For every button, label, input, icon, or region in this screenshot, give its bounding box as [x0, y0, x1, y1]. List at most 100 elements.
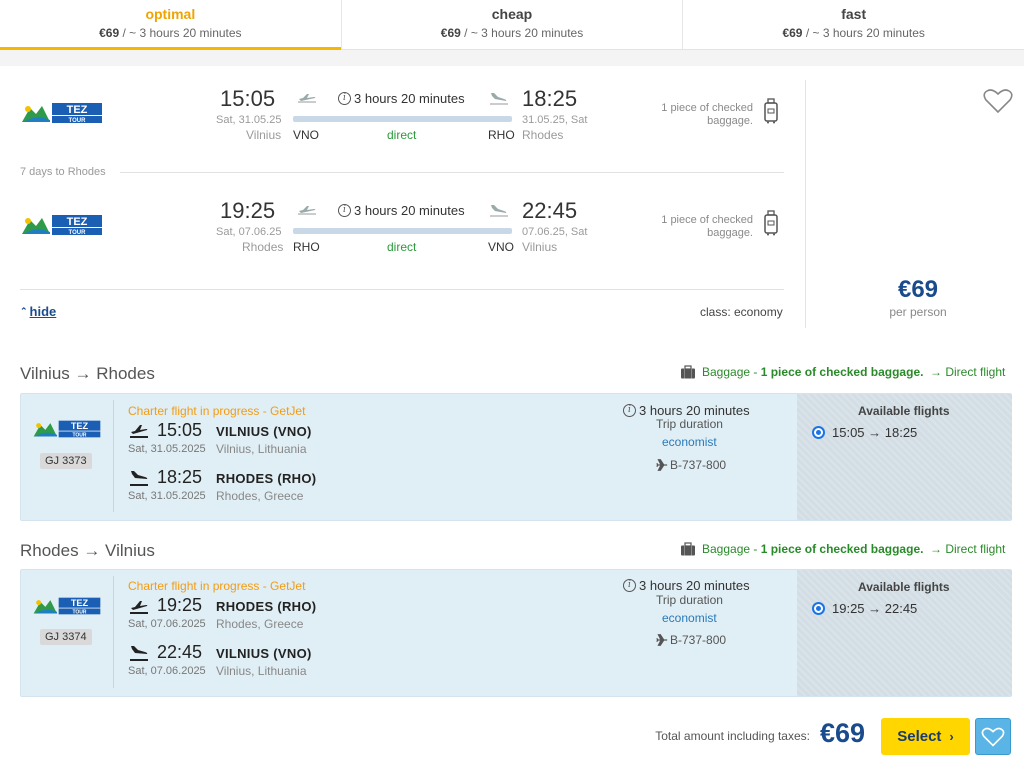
flight-option[interactable]: 15:05 → 18:25	[812, 425, 917, 440]
charter-notice: Charter flight in progress - GetJet	[128, 579, 306, 593]
takeoff-icon	[129, 598, 149, 614]
departure-city: Rhodes	[242, 240, 284, 254]
arrival-date: 07.06.25, Sat	[522, 226, 588, 238]
hide-details-link[interactable]: ⌃ hide	[20, 304, 56, 319]
arrival-code: VNO	[488, 240, 515, 254]
hide-label: hide	[29, 304, 57, 319]
suitcase-icon	[763, 210, 779, 236]
baggage-info: 1 piece of checked baggage.	[661, 214, 753, 239]
tab-title: cheap	[491, 6, 533, 22]
flight-option[interactable]: 19:25 → 22:45	[812, 601, 917, 616]
duration: i3 hours 20 minutes	[338, 203, 465, 218]
flight-number: GJ 3373	[40, 453, 92, 469]
tab-summary: €69 / ~ 3 hours 20 minutes	[99, 26, 242, 40]
chevron-up-icon: ⌃	[20, 306, 28, 316]
aircraft: B-737-800	[656, 458, 726, 472]
fare-class: economist	[662, 611, 717, 625]
radio-selected-icon[interactable]	[812, 426, 825, 439]
tab-fast[interactable]: fast €69 / ~ 3 hours 20 minutes	[683, 0, 1024, 49]
duration: i3 hours 20 minutes	[338, 91, 465, 106]
tab-title: fast	[841, 6, 867, 22]
baggage-info: 1 piece of checked baggage.	[661, 102, 753, 127]
arrival-date: Sat, 31.05.2025	[128, 490, 206, 502]
tab-cheap[interactable]: cheap €69 / ~ 3 hours 20 minutes	[342, 0, 684, 49]
route-bar	[293, 116, 512, 122]
trip-duration: i3 hours 20 minutes	[623, 578, 750, 593]
arrival-airport: RHODES (RHO)	[216, 471, 317, 486]
tab-optimal[interactable]: optimal €69 / ~ 3 hours 20 minutes	[0, 0, 342, 50]
total-label: Total amount including taxes:	[655, 729, 810, 743]
landing-icon	[129, 470, 149, 486]
segment-baggage: Baggage - 1 piece of checked baggage.	[680, 542, 923, 556]
airline-logo	[20, 100, 104, 126]
divider	[0, 50, 1024, 66]
select-button[interactable]: Select ›	[881, 718, 970, 755]
departure-date: Sat, 07.06.2025	[128, 618, 206, 630]
departure-airport: RHODES (RHO)	[216, 599, 317, 614]
departure-date: Sat, 07.06.25	[216, 226, 282, 238]
info-icon: i	[623, 404, 636, 417]
airline-logo	[20, 212, 104, 238]
departure-code: VNO	[293, 128, 320, 142]
stops-label: direct	[387, 240, 417, 254]
tab-title: optimal	[145, 6, 196, 22]
radio-selected-icon[interactable]	[812, 602, 825, 615]
flight-option-label: 15:05 → 18:25	[832, 425, 918, 440]
departure-time: 15:05	[220, 86, 276, 111]
airline-logo	[32, 595, 102, 617]
class-label: class: economy	[700, 305, 783, 319]
landing-icon	[129, 645, 149, 661]
segment-title: Vilnius → Rhodes	[20, 364, 155, 383]
arrival-date: Sat, 07.06.2025	[128, 665, 206, 677]
arrival-time: 18:25	[157, 467, 203, 487]
briefcase-icon	[680, 365, 696, 379]
info-icon: i	[338, 204, 351, 217]
departure-time: 15:05	[157, 420, 203, 440]
available-flights-title: Available flights	[858, 580, 950, 594]
arrival-time: 18:25	[522, 86, 578, 111]
trip-duration-label: Trip duration	[656, 417, 723, 431]
flight-number: GJ 3374	[40, 629, 92, 645]
heart-icon	[981, 727, 1005, 747]
landing-icon	[489, 91, 509, 105]
arrival-time: 22:45	[157, 642, 203, 662]
tab-summary: €69 / ~ 3 hours 20 minutes	[782, 26, 925, 40]
charter-notice: Charter flight in progress - GetJet	[128, 404, 306, 418]
plane-icon	[656, 459, 668, 471]
sort-tabs: optimal €69 / ~ 3 hours 20 minutes cheap…	[0, 0, 1024, 50]
direct-flight-label: → Direct flight	[930, 365, 1006, 379]
trip-duration-label: Trip duration	[656, 593, 723, 607]
total-price: €69	[820, 718, 866, 748]
departure-location: Rhodes, Greece	[216, 617, 304, 631]
takeoff-icon	[297, 204, 317, 216]
takeoff-icon	[129, 422, 149, 438]
per-person-label: per person	[889, 305, 947, 319]
arrival-time: 22:45	[522, 198, 578, 223]
takeoff-icon	[297, 92, 317, 104]
stops-label: direct	[387, 128, 417, 142]
arrival-date: 31.05.25, Sat	[522, 114, 588, 126]
landing-icon	[489, 203, 509, 217]
departure-time: 19:25	[220, 198, 276, 223]
departure-time: 19:25	[157, 595, 203, 615]
trip-duration: i3 hours 20 minutes	[623, 403, 750, 418]
stay-duration: 7 days to Rhodes	[20, 166, 106, 178]
plane-icon	[656, 634, 668, 646]
departure-location: Vilnius, Lithuania	[216, 442, 307, 456]
arrival-city: Vilnius	[522, 240, 558, 254]
divider	[113, 400, 114, 512]
departure-code: RHO	[293, 240, 320, 254]
arrival-location: Vilnius, Lithuania	[216, 664, 307, 678]
segment-title: Rhodes → Vilnius	[20, 541, 155, 560]
direct-flight-label: → Direct flight	[930, 542, 1006, 556]
arrival-city: Rhodes	[522, 128, 564, 142]
departure-date: Sat, 31.05.2025	[128, 443, 206, 455]
favorite-heart-icon[interactable]	[983, 88, 1013, 114]
favorite-button[interactable]	[975, 718, 1011, 755]
route-bar	[293, 228, 512, 234]
available-flights-title: Available flights	[858, 404, 950, 418]
info-icon: i	[338, 92, 351, 105]
info-icon: i	[623, 579, 636, 592]
divider	[805, 80, 806, 328]
fare-class: economist	[662, 435, 717, 449]
